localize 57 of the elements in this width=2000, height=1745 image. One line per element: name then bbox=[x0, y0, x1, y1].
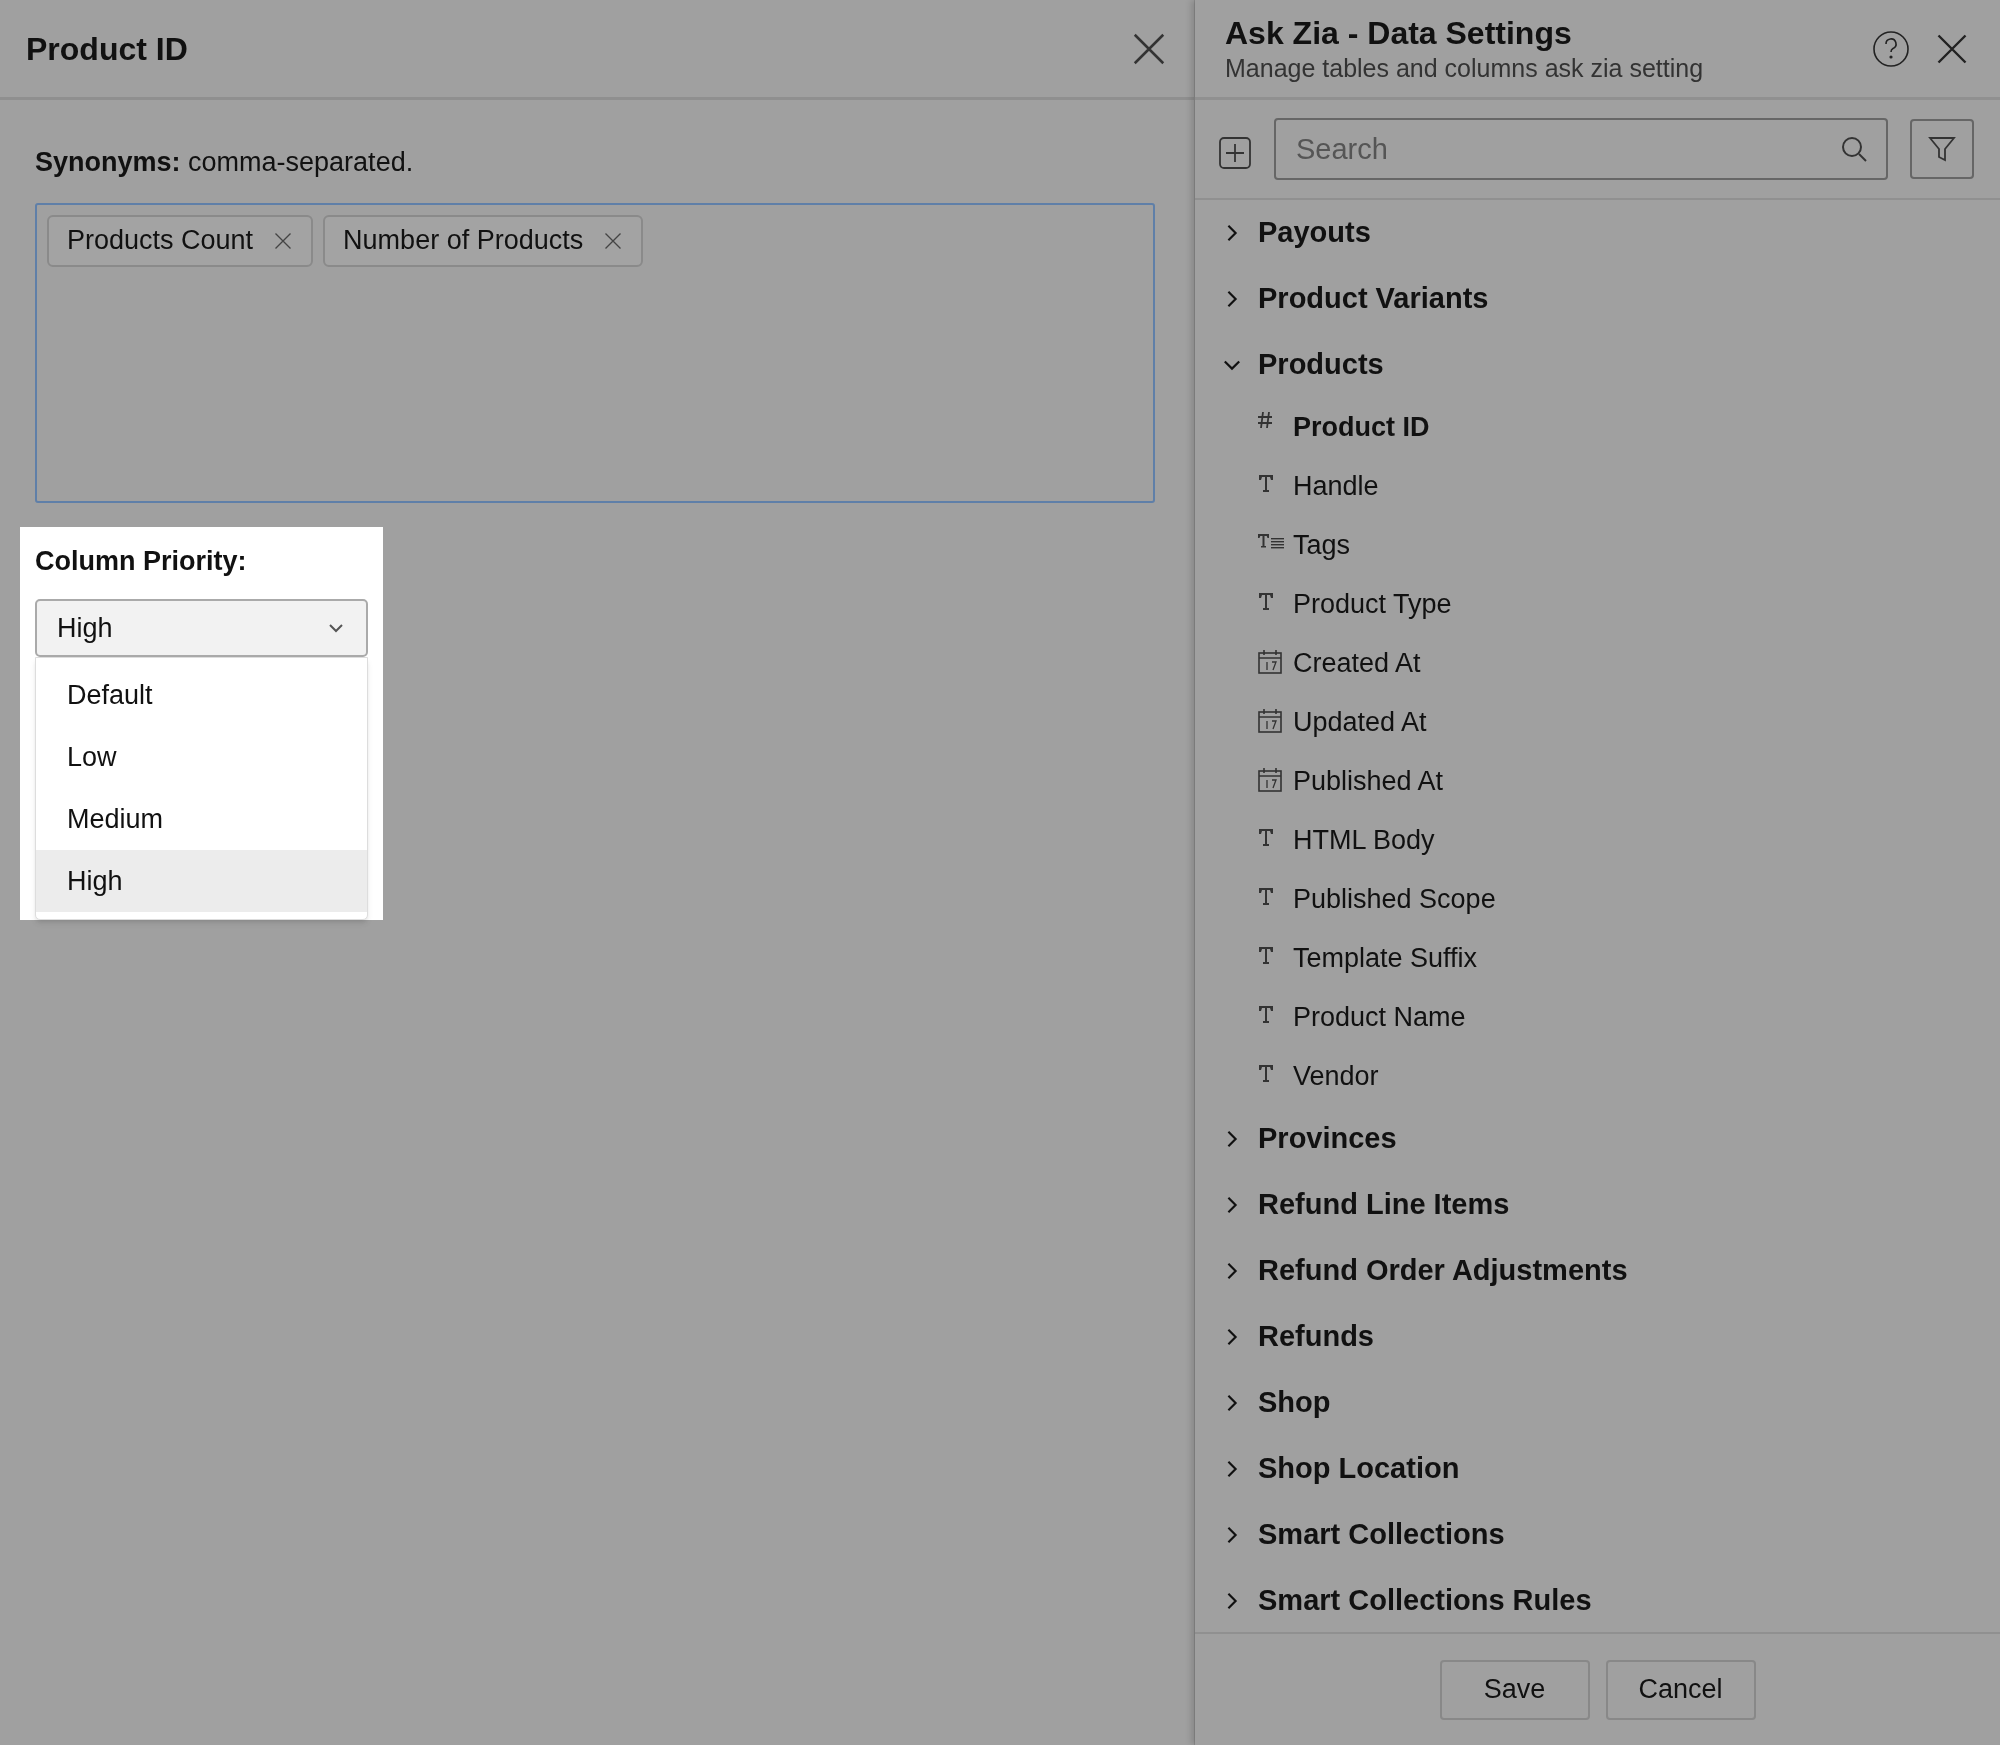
search-icon bbox=[1840, 135, 1868, 163]
table-row[interactable]: Smart Collections bbox=[1195, 1502, 2000, 1568]
dropdown-option[interactable]: Medium bbox=[36, 788, 367, 851]
text-type-icon bbox=[1257, 472, 1275, 493]
dropdown-option[interactable]: Default bbox=[36, 664, 367, 727]
table-row[interactable]: Refund Order Adjustments bbox=[1195, 1238, 2000, 1304]
column-row[interactable]: Handle bbox=[1195, 457, 2000, 516]
cancel-button[interactable]: Cancel bbox=[1605, 1659, 1756, 1720]
filter-icon bbox=[1927, 134, 1957, 164]
remove-icon[interactable] bbox=[273, 230, 294, 251]
table-row[interactable]: Products bbox=[1195, 332, 2000, 398]
text-type-icon bbox=[1257, 590, 1275, 611]
add-icon[interactable] bbox=[1218, 136, 1252, 170]
column-row[interactable]: Published Scope bbox=[1195, 870, 2000, 929]
text-type-icon bbox=[1257, 826, 1275, 847]
filter-button[interactable] bbox=[1910, 119, 1974, 179]
column-row[interactable]: Tags bbox=[1195, 516, 2000, 575]
table-row[interactable]: Smart Collections Rules bbox=[1195, 1568, 2000, 1632]
synonyms-label: Synonyms: comma-separated. bbox=[35, 146, 415, 179]
chip-label: Number of Products bbox=[343, 224, 584, 258]
table-row[interactable]: Refunds bbox=[1195, 1304, 2000, 1370]
hash-icon bbox=[1257, 410, 1273, 429]
text-type-icon bbox=[1257, 944, 1275, 965]
table-row[interactable]: Shop Location bbox=[1195, 1436, 2000, 1502]
search-field[interactable]: Search bbox=[1274, 118, 1888, 180]
table-row[interactable]: Provinces bbox=[1195, 1106, 2000, 1172]
column-row[interactable]: Product ID bbox=[1195, 398, 2000, 457]
calendar-icon bbox=[1257, 707, 1283, 734]
column-row[interactable]: Updated At bbox=[1195, 693, 2000, 752]
chip-label: Products Count bbox=[67, 224, 254, 258]
table-row[interactable]: Shop bbox=[1195, 1370, 2000, 1436]
panel-subtitle: Manage tables and columns ask zia setting bbox=[1225, 52, 1704, 84]
priority-label: Column Priority: bbox=[35, 544, 248, 578]
column-row[interactable]: Template Suffix bbox=[1195, 929, 2000, 988]
text-type-icon bbox=[1257, 1062, 1275, 1083]
column-row[interactable]: Vendor bbox=[1195, 1047, 2000, 1106]
synonyms-field[interactable]: Products Count Number of Products bbox=[35, 202, 1155, 503]
table-row[interactable]: Payouts bbox=[1195, 200, 2000, 266]
dropdown-option[interactable]: Low bbox=[36, 726, 367, 789]
panel-title: Product ID bbox=[26, 29, 188, 69]
table-row[interactable]: Product Variants bbox=[1195, 266, 2000, 332]
calendar-icon bbox=[1257, 648, 1283, 675]
panel-title: Ask Zia - Data Settings bbox=[1225, 13, 1573, 53]
calendar-icon bbox=[1257, 766, 1283, 793]
column-row[interactable]: Published At bbox=[1195, 752, 2000, 811]
column-row[interactable]: Created At bbox=[1195, 634, 2000, 693]
save-button[interactable]: Save bbox=[1439, 1659, 1590, 1720]
column-row[interactable]: Product Name bbox=[1195, 988, 2000, 1047]
text-type-icon bbox=[1257, 1003, 1275, 1024]
dropdown-option[interactable]: High bbox=[36, 850, 367, 913]
column-row[interactable]: Product Type bbox=[1195, 575, 2000, 634]
priority-dropdown[interactable]: High bbox=[35, 599, 368, 658]
remove-icon[interactable] bbox=[603, 230, 624, 251]
help-icon[interactable] bbox=[1872, 29, 1910, 68]
text-type-icon bbox=[1257, 885, 1275, 906]
column-row[interactable]: HTML Body bbox=[1195, 811, 2000, 870]
table-row[interactable]: Refund Line Items bbox=[1195, 1172, 2000, 1238]
